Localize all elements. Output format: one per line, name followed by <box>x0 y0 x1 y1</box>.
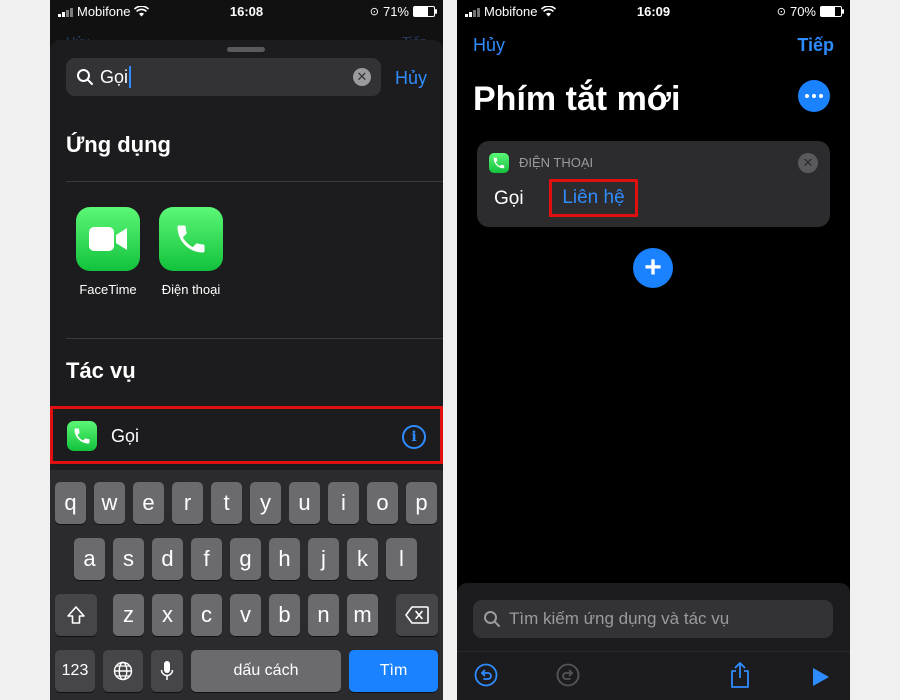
key-s[interactable]: s <box>113 538 144 580</box>
undo-icon[interactable] <box>474 663 498 687</box>
actions-section-title: Tác vụ <box>66 358 136 383</box>
orientation-lock-icon: ⊙ <box>369 6 379 18</box>
key-g[interactable]: g <box>230 538 261 580</box>
key-z[interactable]: z <box>113 594 144 636</box>
search-icon <box>77 69 93 85</box>
action-app-name: ĐIỆN THOẠI <box>519 155 594 170</box>
sheet-grabber[interactable] <box>227 47 265 52</box>
info-icon[interactable]: i <box>402 425 426 449</box>
orientation-lock-icon: ⊙ <box>776 6 786 18</box>
app-phone[interactable]: Điện thoại <box>151 207 231 297</box>
play-icon[interactable] <box>812 667 830 687</box>
key-m[interactable]: m <box>347 594 378 636</box>
search-return-key[interactable]: Tìm <box>349 650 438 692</box>
more-options-icon[interactable] <box>798 80 830 112</box>
search-query: Gọi <box>100 66 129 87</box>
search-icon <box>484 611 500 627</box>
phone-icon <box>67 421 97 451</box>
key-f[interactable]: f <box>191 538 222 580</box>
key-i[interactable]: i <box>328 482 359 524</box>
search-input[interactable]: Gọi ✕ <box>66 58 381 96</box>
action-label: Gọi <box>111 426 140 446</box>
phone-icon <box>159 207 223 271</box>
battery-icon <box>820 6 844 17</box>
backspace-icon <box>405 606 429 624</box>
phone-icon <box>489 153 509 173</box>
remove-action-icon[interactable]: ✕ <box>798 153 818 173</box>
key-u[interactable]: u <box>289 482 320 524</box>
share-icon[interactable] <box>728 661 752 689</box>
key-d[interactable]: d <box>152 538 183 580</box>
key-v[interactable]: v <box>230 594 261 636</box>
clear-search-icon[interactable]: ✕ <box>353 68 371 86</box>
redo-icon[interactable] <box>556 663 580 687</box>
right-screen: Mobifone 16:09 ⊙ 70% Hủy Tiếp Phím tắt m… <box>457 0 850 700</box>
action-call-row[interactable]: Gọi i <box>50 406 443 464</box>
key-q[interactable]: q <box>55 482 86 524</box>
dictation-key[interactable] <box>151 650 183 692</box>
battery-percent: 71% <box>382 4 409 19</box>
bottom-panel: Tìm kiếm ứng dụng và tác vụ <box>457 583 850 700</box>
key-x[interactable]: x <box>152 594 183 636</box>
key-b[interactable]: b <box>269 594 300 636</box>
microphone-icon <box>160 661 174 680</box>
battery-icon <box>413 6 437 17</box>
key-e[interactable]: e <box>133 482 164 524</box>
key-y[interactable]: y <box>250 482 281 524</box>
app-facetime[interactable]: FaceTime <box>68 207 148 297</box>
key-k[interactable]: k <box>347 538 378 580</box>
status-bar: Mobifone 16:09 ⊙ 70% <box>457 0 850 24</box>
battery-percent: 70% <box>789 4 816 19</box>
key-w[interactable]: w <box>94 482 125 524</box>
video-camera-icon <box>76 207 140 271</box>
status-bar: Mobifone 16:08 ⊙ 71% <box>50 0 443 24</box>
globe-key[interactable] <box>103 650 143 692</box>
key-n[interactable]: n <box>308 594 339 636</box>
key-j[interactable]: j <box>308 538 339 580</box>
search-placeholder: Tìm kiếm ứng dụng và tác vụ <box>509 609 730 628</box>
divider <box>66 181 443 182</box>
space-key[interactable]: dấu cách <box>191 650 341 692</box>
shift-icon <box>67 606 85 624</box>
key-l[interactable]: l <box>386 538 417 580</box>
key-r[interactable]: r <box>172 482 203 524</box>
cancel-search-button[interactable]: Hủy <box>395 68 427 89</box>
next-button[interactable]: Tiếp <box>797 35 834 56</box>
key-h[interactable]: h <box>269 538 300 580</box>
key-o[interactable]: o <box>367 482 398 524</box>
globe-icon <box>113 661 133 681</box>
shift-key[interactable] <box>55 594 97 636</box>
backspace-key[interactable] <box>396 594 438 636</box>
add-action-icon[interactable]: + <box>633 248 673 288</box>
action-verb: Gọi <box>494 188 524 209</box>
keyboard: q w e r t y u i o p a s d f g h j k l z … <box>50 470 443 700</box>
action-card: ĐIỆN THOẠI ✕ Gọi Liên hệ <box>477 141 830 227</box>
apps-section-title: Ứng dụng <box>66 132 171 157</box>
text-cursor <box>129 66 132 88</box>
divider <box>457 651 850 652</box>
cancel-button[interactable]: Hủy <box>473 35 505 56</box>
contact-parameter[interactable]: Liên hệ <box>549 179 638 217</box>
search-apps-actions-input[interactable]: Tìm kiếm ứng dụng và tác vụ <box>473 600 833 638</box>
numbers-key[interactable]: 123 <box>55 650 95 692</box>
divider <box>66 338 443 339</box>
left-screen: Mobifone 16:08 ⊙ 71% Hủy Tiếp Gọi ✕ Hủy … <box>50 0 443 700</box>
key-t[interactable]: t <box>211 482 242 524</box>
key-p[interactable]: p <box>406 482 437 524</box>
key-c[interactable]: c <box>191 594 222 636</box>
key-a[interactable]: a <box>74 538 105 580</box>
page-title: Phím tắt mới <box>473 80 681 118</box>
